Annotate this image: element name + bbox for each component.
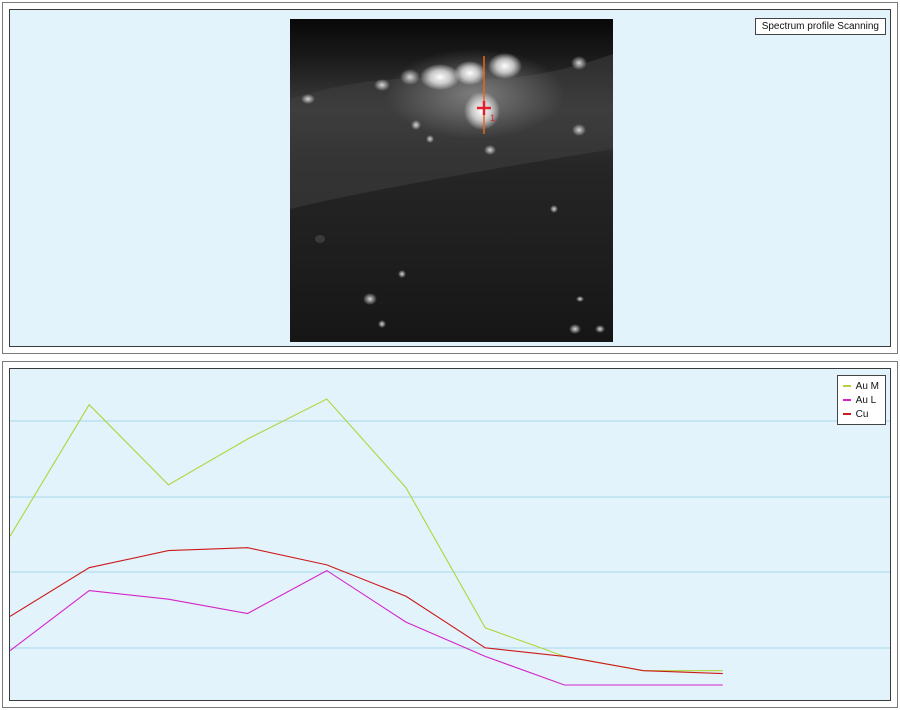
legend-item-au-l: Au L	[842, 393, 879, 407]
sem-image[interactable]: 1	[290, 19, 613, 342]
chart-grid	[10, 420, 890, 649]
scan-mode-label[interactable]: Spectrum profile Scanning	[754, 18, 886, 35]
series-line-au-l	[10, 569, 723, 686]
legend-item-au-m: Au M	[842, 379, 879, 393]
sem-micrograph: 1	[290, 19, 613, 342]
legend-label: Au L	[855, 394, 877, 406]
legend-label: Au M	[855, 380, 879, 392]
legend-swatch	[842, 385, 851, 387]
legend-swatch	[842, 413, 851, 415]
image-viewport[interactable]: Spectrum profile Scanning 1	[9, 9, 891, 347]
profile-chart[interactable]: Au M Au L Cu	[9, 368, 891, 701]
legend-item-cu: Cu	[842, 407, 879, 421]
profile-plot	[10, 398, 890, 686]
chart-legend: Au M Au L Cu	[836, 375, 886, 425]
legend-label: Cu	[855, 408, 869, 420]
profile-panel: Au M Au L Cu	[2, 361, 898, 708]
image-panel: Spectrum profile Scanning 1	[2, 2, 898, 354]
series-line-cu	[10, 547, 723, 675]
marker-label: 1	[490, 113, 495, 123]
series-line-au-m	[10, 398, 723, 672]
chart-series-group	[10, 398, 723, 686]
legend-swatch	[842, 399, 851, 401]
